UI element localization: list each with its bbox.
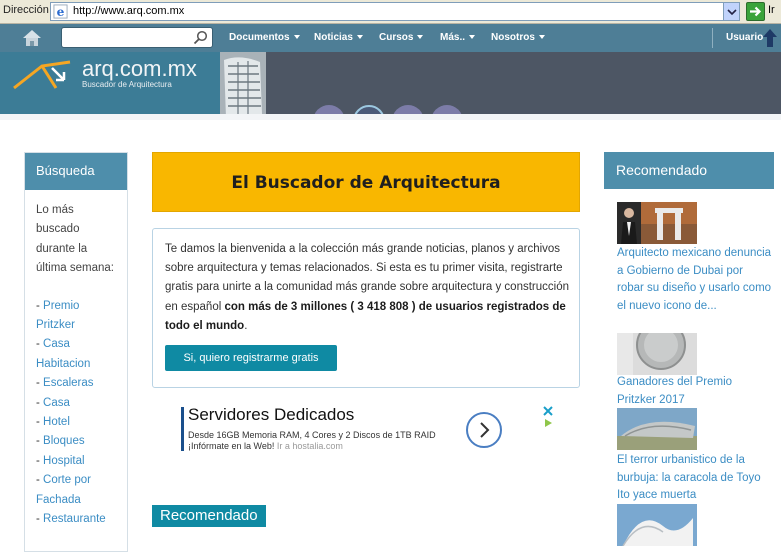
address-label: Dirección [3,4,49,16]
register-button[interactable]: Si, quiero registrarme gratis [165,345,337,371]
article-thumbnail[interactable] [617,504,697,546]
address-dropdown-button[interactable] [723,3,739,20]
popular-search-link[interactable]: Hotel [43,416,70,428]
arrow-up-icon[interactable] [762,28,778,48]
list-item: - Hospital [36,454,85,467]
popular-search-link[interactable]: Escaleras [43,377,94,389]
nav-nosotros[interactable]: Nosotros [491,32,545,43]
caret-down-icon [293,35,300,39]
popular-search-link[interactable]: Restaurante [43,513,106,525]
ad-description: Desde 16GB Memoria RAM, 4 Cores y 2 Disc… [188,430,436,440]
nav-divider [712,28,713,48]
ad-arrow-button[interactable] [466,412,502,448]
ie-page-icon: e [53,4,68,19]
search-sidebar-title: Búsqueda [25,153,127,190]
arq-logo-icon[interactable] [12,58,74,92]
caret-down-icon [538,35,545,39]
popular-search-list: - Premio Pritzker - Casa Habitacion - Es… [25,279,127,530]
chevron-right-icon [480,422,490,438]
search-sidebar-intro: Lo más buscado durante la última semana: [36,204,114,275]
home-icon[interactable] [22,29,42,47]
ad-title[interactable]: Servidores Dedicados [188,405,354,425]
article-thumbnail[interactable] [617,333,697,375]
recommended-sidebar: Recomendado Arquitecto mexicano denuncia… [604,152,774,552]
nav-mas[interactable]: Más.. [440,32,476,43]
popular-search-link[interactable]: Premio Pritzker [36,300,79,331]
popular-search-link[interactable]: Bloques [43,435,85,447]
caret-down-icon [356,35,363,39]
nav-usuario[interactable]: Usuario [726,32,763,43]
go-label[interactable]: Ir [768,4,775,16]
list-item: - Casa Habitacion [36,338,91,370]
caret-down-icon [417,35,424,39]
recommended-title: Recomendado [604,152,774,189]
list-item: - Premio Pritzker [36,299,80,332]
popular-search-link[interactable]: Corte por Fachada [36,474,91,505]
header-banner: arq.com.mx Buscador de Arquitectura [0,52,781,120]
logo-subtitle: Buscador de Arquitectura [82,80,172,89]
recommended-article-link[interactable]: Ganadores del Premio Pritzker 2017 [617,374,772,409]
list-item: - Bloques [36,435,85,448]
list-item: - Hotel [36,416,70,429]
building-photo [220,52,266,120]
ad-link[interactable]: Ir a hostalia.com [277,441,343,451]
address-field[interactable]: e http://www.arq.com.mx [50,2,740,21]
list-item: - Corte por Fachada [36,474,91,506]
hero-banner: El Buscador de Arquitectura [152,152,580,212]
ad-choices-icon[interactable] [542,405,554,431]
top-nav: Documentos Noticias Cursos Más.. Nosotro… [0,24,781,52]
list-item: - Escaleras [36,377,94,390]
article-thumbnail[interactable] [617,202,697,244]
popular-search-link[interactable]: Hospital [43,455,85,467]
list-item: - Casa [36,396,70,409]
arrow-right-icon [750,6,762,17]
article-thumbnail[interactable] [617,408,697,450]
nav-documentos[interactable]: Documentos [229,32,300,43]
go-button[interactable] [746,2,765,21]
caret-down-icon [469,35,476,39]
nav-noticias[interactable]: Noticias [314,32,363,43]
search-sidebar: Búsqueda Lo más buscado durante la últim… [24,152,128,552]
popular-search-link[interactable]: Casa [43,397,70,409]
logo-title[interactable]: arq.com.mx [82,56,197,82]
page-title: El Buscador de Arquitectura [231,173,501,193]
search-icon[interactable] [193,30,208,45]
ad-cta: ¡Infórmate en la Web! Ir a hostalia.com [188,441,343,451]
recommended-article-link[interactable]: Arquitecto mexicano denuncia a Gobierno … [617,245,772,315]
user-count-text: con más de 3 millones ( 3 418 808 ) de u… [165,300,566,332]
welcome-box: Te damos la bienvenida a la colección má… [152,228,580,388]
chevron-down-icon [727,9,737,16]
nav-cursos[interactable]: Cursos [379,32,424,43]
welcome-text: Te damos la bienvenida a la colección má… [165,243,569,332]
recommended-article-link[interactable]: El terror urbanistico de la burbuja: la … [617,452,772,505]
address-bar: Dirección e http://www.arq.com.mx Ir [0,0,781,24]
ad-accent-bar [181,407,184,451]
ad-banner[interactable]: Servidores Dedicados Desde 16GB Memoria … [181,405,555,453]
address-url[interactable]: http://www.arq.com.mx [73,5,184,17]
svg-text:e: e [57,5,65,19]
center-recommended-heading: Recomendado [152,505,266,527]
popular-search-link[interactable]: Casa Habitacion [36,338,90,369]
list-item: - Restaurante [36,513,106,526]
banner-bottom-edge [0,114,781,120]
search-input[interactable] [61,27,213,48]
